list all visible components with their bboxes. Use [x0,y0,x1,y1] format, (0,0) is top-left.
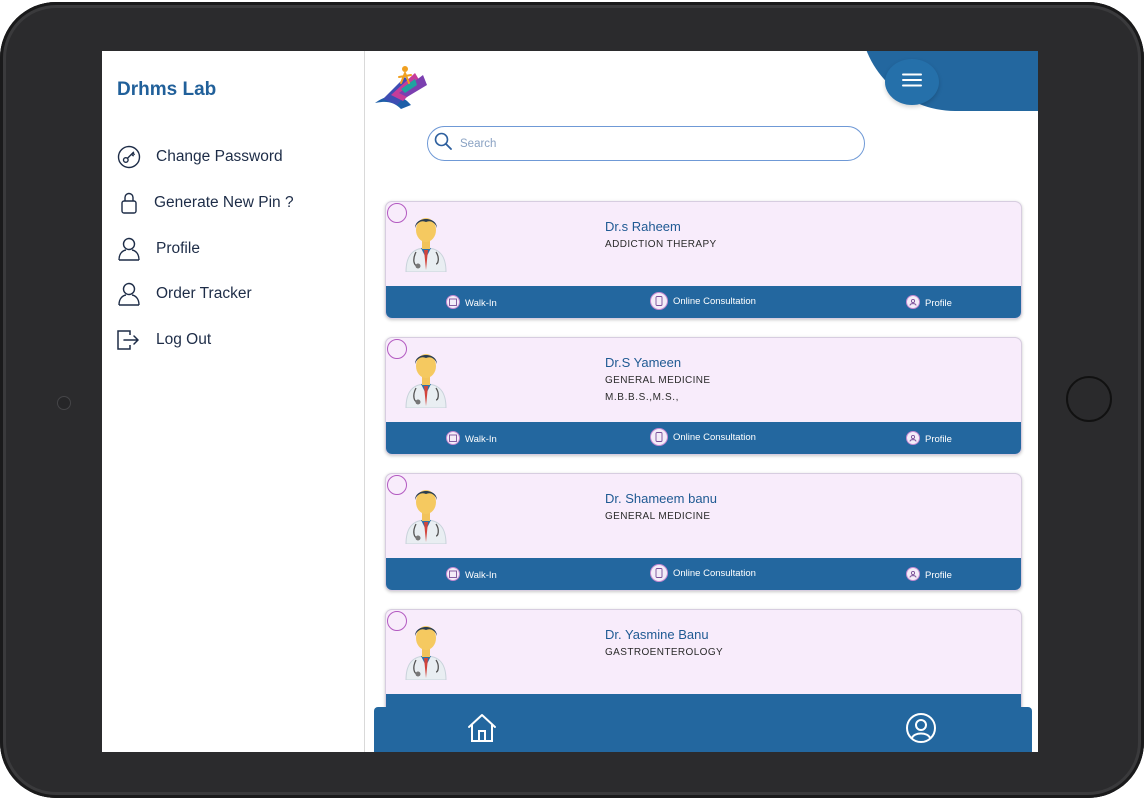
logout-icon [116,327,142,353]
doctor-name: Dr.s Raheem [605,219,681,234]
online-consultation-button[interactable]: Online Consultation [650,428,756,446]
doctor-name: Dr. Yasmine Banu [605,627,709,642]
profile-icon [906,430,920,445]
menu-item-logout[interactable]: Log Out [116,325,211,355]
search-bar[interactable] [427,126,865,161]
profile-button[interactable]: Profile [906,566,952,581]
camera-dot [57,396,71,410]
menu-label: Order Tracker [156,285,252,302]
phone-icon [650,292,668,310]
walkin-label: Walk-In [465,298,497,309]
home-button[interactable] [466,712,498,749]
profile-button[interactable]: Profile [906,294,952,309]
walkin-button[interactable]: Walk-In [446,430,497,445]
side-drawer: Drhms Lab Change Password Generate New P… [102,51,365,752]
doctor-specialty: GENERAL MEDICINE [605,511,711,522]
home-icon [466,712,498,749]
profile-icon [906,294,920,309]
bottom-nav [374,707,1032,752]
app-screen: Drhms Lab Change Password Generate New P… [102,51,1038,752]
app-logo [371,63,433,111]
menu-button[interactable] [885,59,939,105]
doctor-avatar [402,618,450,681]
profile-label: Profile [925,434,952,445]
online-consultation-label: Online Consultation [673,295,756,307]
phone-icon [650,428,668,446]
menu-item-profile[interactable]: Profile [116,234,200,264]
card-body: Dr. Yasmine Banu GASTROENTEROLOGY [386,610,1021,695]
doctor-specialty: GENERAL MEDICINE [605,375,711,386]
online-consultation-label: Online Consultation [673,431,756,443]
profile-icon [906,566,920,581]
walkin-button[interactable]: Walk-In [446,566,497,581]
search-icon [434,132,452,155]
menu-item-generate-pin[interactable]: Generate New Pin ? [116,188,294,218]
doctor-name: Dr. Shameem banu [605,491,718,506]
drawer-title: Drhms Lab [117,79,217,100]
walkin-label: Walk-In [465,434,497,445]
search-input[interactable] [458,136,842,151]
card-action-bar: Walk-In Online Consultation Profile [386,286,1021,318]
hamburger-icon [902,73,922,92]
card-action-bar: Walk-In Online Consultation Profile [386,422,1021,454]
main-content: Dr.s Raheem ADDICTION THERAPY Walk-In On… [365,51,1038,752]
menu-label: Profile [156,240,200,257]
account-icon [905,712,937,749]
doctor-avatar [402,346,450,409]
lock-icon [116,190,142,216]
doctor-specialty: ADDICTION THERAPY [605,239,717,250]
account-button[interactable] [905,712,937,749]
profile-label: Profile [925,570,952,581]
calendar-icon [446,566,460,581]
doctor-avatar [402,482,450,545]
phone-icon [650,564,668,582]
calendar-icon [446,430,460,445]
menu-item-change-password[interactable]: Change Password [116,142,283,172]
hardware-home-button [1066,376,1112,422]
walkin-label: Walk-In [465,570,497,581]
user-icon [116,281,142,307]
online-consultation-button[interactable]: Online Consultation [650,292,756,310]
card-body: Dr.S Yameen GENERAL MEDICINE M.B.B.S.,M.… [386,338,1021,423]
calendar-icon [446,294,460,309]
doctor-name: Dr.S Yameen [605,355,682,370]
online-consultation-label: Online Consultation [673,567,756,579]
doctor-card[interactable]: Dr.s Raheem ADDICTION THERAPY Walk-In On… [385,201,1022,319]
card-body: Dr.s Raheem ADDICTION THERAPY [386,202,1021,287]
doctor-qualification: M.B.B.S.,M.S., [605,392,679,403]
profile-button[interactable]: Profile [906,430,952,445]
doctor-avatar [402,210,450,273]
key-icon [116,144,142,170]
profile-label: Profile [925,298,952,309]
card-body: Dr. Shameem banu GENERAL MEDICINE [386,474,1021,559]
menu-label: Generate New Pin ? [154,194,294,211]
user-icon [116,236,142,262]
online-consultation-button[interactable]: Online Consultation [650,564,756,582]
doctor-list: Dr.s Raheem ADDICTION THERAPY Walk-In On… [385,201,1022,745]
menu-item-order-tracker[interactable]: Order Tracker [116,279,252,309]
doctor-card[interactable]: Dr. Shameem banu GENERAL MEDICINE Walk-I… [385,473,1022,591]
card-action-bar: Walk-In Online Consultation Profile [386,558,1021,590]
walkin-button[interactable]: Walk-In [446,294,497,309]
doctor-specialty: GASTROENTEROLOGY [605,647,724,658]
doctor-card[interactable]: Dr.S Yameen GENERAL MEDICINE M.B.B.S.,M.… [385,337,1022,455]
menu-label: Change Password [156,148,283,165]
menu-label: Log Out [156,331,212,348]
